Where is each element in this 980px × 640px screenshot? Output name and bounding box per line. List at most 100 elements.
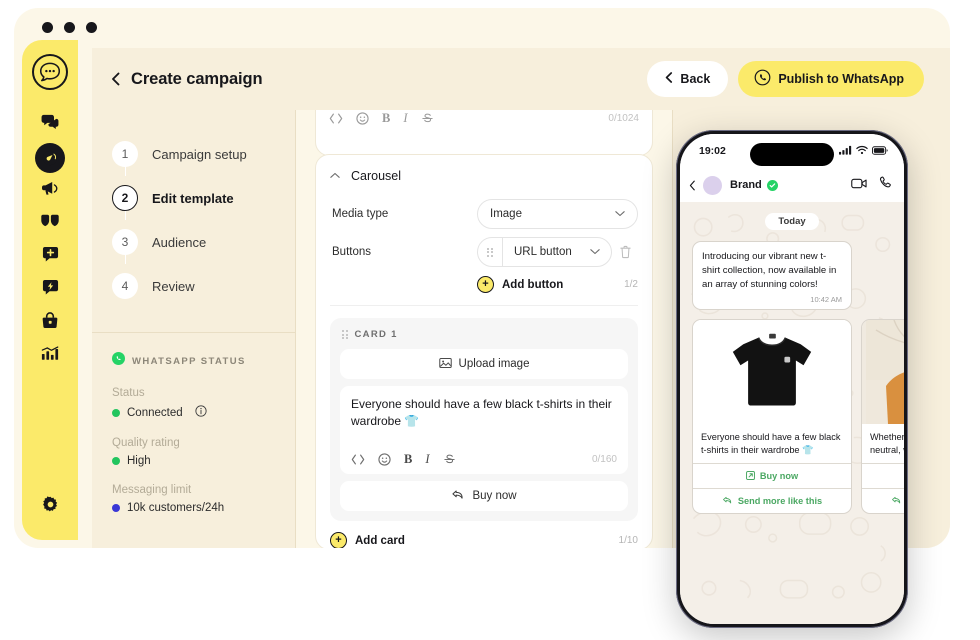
messaging-limit-block: Messaging limit 10k customers/24h [112, 484, 287, 514]
sidebar-item-settings[interactable] [22, 496, 78, 518]
add-button-row[interactable]: + Add button 1/2 [316, 269, 652, 293]
card-1-title: CARD 1 [354, 329, 398, 340]
chat-message-text: Introducing our vibrant new t-shirt coll… [702, 251, 837, 290]
sidebar-item-broadcast[interactable] [22, 174, 78, 207]
card-1-body-text: Everyone should have a few black t-shirt… [351, 397, 612, 429]
chevron-down-icon [615, 209, 625, 219]
sidebar-item-campaigns[interactable] [22, 141, 78, 174]
drag-handle-icon[interactable] [342, 330, 348, 339]
add-card-row[interactable]: + Add card 1/10 [316, 521, 652, 548]
messaging-limit-value: 10k customers/24h [127, 502, 225, 514]
whatsapp-icon [754, 69, 771, 89]
cellular-icon [839, 142, 852, 160]
card-1-text-editor[interactable]: Everyone should have a few black t-shirt… [340, 386, 628, 474]
analytics-icon [41, 345, 59, 366]
carousel-section-title: Carousel [351, 169, 402, 183]
quality-rating-label: Quality rating [112, 437, 180, 449]
beige-tshirt-illustration [866, 319, 904, 424]
bold-icon[interactable]: B [404, 452, 412, 467]
publish-to-whatsapp-button[interactable]: Publish to WhatsApp [738, 61, 924, 97]
step-number: 4 [112, 273, 138, 299]
preview-card-send-more-button[interactable]: Send more like this [862, 488, 904, 513]
strikethrough-icon[interactable] [443, 453, 456, 466]
catalog-icon [42, 311, 58, 334]
window-close-dot[interactable] [42, 22, 53, 33]
carousel-cards-strip[interactable]: Everyone should have a few black t-shirt… [692, 318, 904, 515]
step-audience[interactable]: 3 Audience [112, 220, 282, 264]
app-logo-icon[interactable] [32, 54, 68, 90]
upload-image-label: Upload image [458, 358, 530, 370]
code-icon[interactable] [351, 454, 365, 465]
emoji-icon[interactable] [356, 112, 369, 125]
card-1-cta-button[interactable]: Buy now [340, 481, 628, 511]
chevron-up-icon[interactable] [330, 171, 340, 182]
button-type-select[interactable]: URL button [477, 237, 612, 267]
sidebar-item-contacts[interactable] [22, 207, 78, 240]
step-campaign-setup[interactable]: 1 Campaign setup [112, 132, 282, 176]
window-maximize-dot[interactable] [86, 22, 97, 33]
sidebar-item-analytics[interactable] [22, 339, 78, 372]
quality-rating-block: Quality rating High [112, 437, 287, 467]
automation-icon [42, 279, 59, 301]
step-edit-template[interactable]: 2 Edit template [112, 176, 282, 220]
whatsapp-status-heading: WHATSAPP STATUS [112, 352, 287, 370]
preview-card-buy-now-button[interactable]: Buy now [693, 463, 851, 488]
preview-card-send-more-button[interactable]: Send more like this [693, 488, 851, 513]
sidebar-item-catalog[interactable] [22, 306, 78, 339]
drag-handle-icon[interactable] [478, 247, 502, 257]
carousel-section-header[interactable]: Carousel [316, 155, 652, 193]
italic-icon[interactable]: I [403, 111, 407, 126]
step-label: Campaign setup [152, 146, 247, 162]
sidebar-item-automation[interactable] [22, 273, 78, 306]
step-label: Review [152, 278, 195, 294]
window-minimize-dot[interactable] [64, 22, 75, 33]
italic-icon[interactable]: I [425, 452, 429, 467]
media-type-select[interactable]: Image [477, 199, 638, 229]
messaging-limit-label: Messaging limit [112, 484, 192, 496]
window-controls[interactable] [42, 22, 97, 33]
code-icon[interactable] [329, 113, 343, 124]
card-1-header: CARD 1 [340, 328, 628, 349]
back-chevron-icon[interactable] [110, 72, 121, 86]
preview-card-buy-now-label: Buy now [759, 471, 799, 482]
button-type-value-wrap: URL button [503, 246, 611, 258]
video-call-icon[interactable] [851, 176, 867, 194]
emoji-icon[interactable] [378, 453, 391, 466]
step-list: 1 Campaign setup 2 Edit template 3 Audie… [112, 132, 282, 308]
upload-image-button[interactable]: Upload image [340, 349, 628, 379]
phone-notch [750, 143, 834, 166]
add-button-label: Add button [502, 278, 564, 291]
status-dot [112, 408, 120, 417]
preview-card[interactable]: Everyone should have a few black t-shirt… [692, 318, 852, 515]
chevron-left-icon[interactable] [689, 180, 696, 191]
steps-panel: 1 Campaign setup 2 Edit template 3 Audie… [92, 110, 296, 548]
step-number: 2 [112, 185, 138, 211]
sidebar-item-new-chat[interactable] [22, 240, 78, 273]
verified-badge-icon [766, 179, 778, 191]
icon-sidebar [22, 40, 78, 540]
avatar[interactable] [703, 175, 722, 195]
panel-divider [92, 332, 295, 333]
strikethrough-icon[interactable] [421, 112, 434, 125]
whatsapp-status-section: WHATSAPP STATUS Status Connected Quality… [112, 352, 287, 514]
preview-card-buy-now-button[interactable]: Buy now [862, 463, 904, 488]
info-icon[interactable] [195, 405, 207, 420]
media-type-value: Image [490, 208, 522, 220]
chats-icon [41, 114, 59, 135]
preview-card-image-black-tshirt [693, 319, 851, 424]
media-type-label: Media type [332, 208, 389, 220]
quality-rating-row: High [112, 455, 287, 467]
back-button[interactable]: Back [647, 61, 729, 97]
phone-preview: 19:02 Brand Today Introducing our vibran… [676, 130, 908, 628]
card-1-cta-label: Buy now [472, 490, 517, 502]
phone-call-icon[interactable] [879, 176, 892, 194]
quality-dot [112, 457, 120, 465]
trash-icon[interactable] [612, 245, 638, 259]
status-bar-time: 19:02 [699, 145, 726, 157]
bold-icon[interactable]: B [382, 111, 390, 126]
window-titlebar [14, 8, 950, 48]
sidebar-item-chats[interactable] [22, 108, 78, 141]
preview-card[interactable]: Whether you prefer bold shades or neutra… [861, 318, 904, 515]
step-review[interactable]: 4 Review [112, 264, 282, 308]
buttons-row: Buttons URL button [316, 231, 652, 269]
